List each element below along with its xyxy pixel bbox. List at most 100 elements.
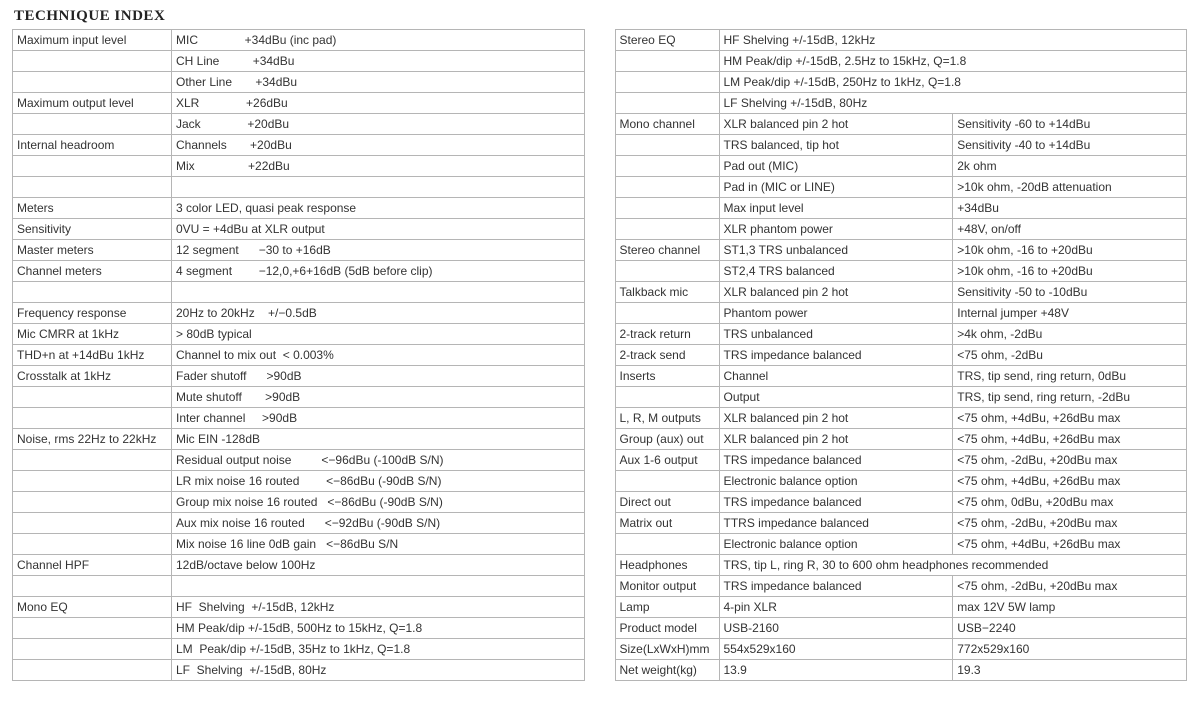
spec-cell: Monitor output [615,576,719,597]
spec-cell: MIC +34dBu (inc pad) [172,30,585,51]
spec-cell: Stereo channel [615,240,719,261]
table-row: LM Peak/dip +/-15dB, 250Hz to 1kHz, Q=1.… [615,72,1187,93]
spec-cell: XLR balanced pin 2 hot [719,282,953,303]
spec-cell [615,261,719,282]
table-row: Aux mix noise 16 routed <−92dBu (-90dB S… [13,513,585,534]
table-row: L, R, M outputsXLR balanced pin 2 hot<75… [615,408,1187,429]
table-row: Mute shutoff >90dB [13,387,585,408]
table-row: HM Peak/dip +/-15dB, 500Hz to 15kHz, Q=1… [13,618,585,639]
spec-cell: Channel meters [13,261,172,282]
table-row: Pad out (MIC)2k ohm [615,156,1187,177]
table-row [13,282,585,303]
table-row: Max input level+34dBu [615,198,1187,219]
spec-cell: Electronic balance option [719,534,953,555]
spec-cell: <75 ohm, +4dBu, +26dBu max [953,408,1187,429]
table-row: Maximum output levelXLR +26dBu [13,93,585,114]
table-row: Crosstalk at 1kHzFader shutoff >90dB [13,366,585,387]
spec-cell: TRS, tip send, ring return, -2dBu [953,387,1187,408]
spec-cell: >10k ohm, -16 to +20dBu [953,261,1187,282]
spec-cell: Crosstalk at 1kHz [13,366,172,387]
spec-cell: HF Shelving +/-15dB, 12kHz [719,30,1187,51]
left-column: Maximum input levelMIC +34dBu (inc pad)C… [12,29,585,681]
right-table: Stereo EQHF Shelving +/-15dB, 12kHzHM Pe… [615,29,1188,681]
table-row [13,177,585,198]
table-row: Group (aux) outXLR balanced pin 2 hot<75… [615,429,1187,450]
spec-cell: > 80dB typical [172,324,585,345]
table-row: Frequency response20Hz to 20kHz +/−0.5dB [13,303,585,324]
spec-cell: <75 ohm, +4dBu, +26dBu max [953,534,1187,555]
spec-cell: TRS impedance balanced [719,492,953,513]
left-table: Maximum input levelMIC +34dBu (inc pad)C… [12,29,585,681]
spec-cell [615,219,719,240]
spec-cell: 3 color LED, quasi peak response [172,198,585,219]
table-row [13,576,585,597]
table-row: Stereo EQHF Shelving +/-15dB, 12kHz [615,30,1187,51]
table-row: Meters3 color LED, quasi peak response [13,198,585,219]
table-row: OutputTRS, tip send, ring return, -2dBu [615,387,1187,408]
spec-cell [13,534,172,555]
table-row: Mono channelXLR balanced pin 2 hotSensit… [615,114,1187,135]
spec-cell: 2k ohm [953,156,1187,177]
table-row: Residual output noise <−96dBu (-100dB S/… [13,450,585,471]
spec-cell: Headphones [615,555,719,576]
table-row: Mix noise 16 line 0dB gain <−86dBu S/N [13,534,585,555]
spec-cell [615,534,719,555]
table-row: HM Peak/dip +/-15dB, 2.5Hz to 15kHz, Q=1… [615,51,1187,72]
spec-cell: XLR balanced pin 2 hot [719,114,953,135]
spec-cell [172,576,585,597]
spec-cell [615,303,719,324]
table-row: Group mix noise 16 routed <−86dBu (-90dB… [13,492,585,513]
spec-cell: Net weight(kg) [615,660,719,681]
right-column: Stereo EQHF Shelving +/-15dB, 12kHzHM Pe… [615,29,1188,681]
table-row: ST2,4 TRS balanced>10k ohm, -16 to +20dB… [615,261,1187,282]
spec-cell: 2-track send [615,345,719,366]
table-row: Inter channel >90dB [13,408,585,429]
table-row: TRS balanced, tip hotSensitivity -40 to … [615,135,1187,156]
spec-cell: <75 ohm, 0dBu, +20dBu max [953,492,1187,513]
spec-cell: TRS unbalanced [719,324,953,345]
spec-cell: >10k ohm, -20dB attenuation [953,177,1187,198]
spec-cell: 12 segment −30 to +16dB [172,240,585,261]
spec-cell [13,639,172,660]
spec-cell: Electronic balance option [719,471,953,492]
table-row: Net weight(kg)13.919.3 [615,660,1187,681]
spec-cell: 20Hz to 20kHz +/−0.5dB [172,303,585,324]
spec-cell [615,135,719,156]
spec-cell [172,282,585,303]
spec-cell [615,156,719,177]
spec-cell [13,513,172,534]
spec-cell: TRS impedance balanced [719,576,953,597]
spec-cell: XLR balanced pin 2 hot [719,408,953,429]
spec-cell: HF Shelving +/-15dB, 12kHz [172,597,585,618]
spec-cell: Mono channel [615,114,719,135]
spec-cell: Mic CMRR at 1kHz [13,324,172,345]
spec-cell: TRS impedance balanced [719,450,953,471]
table-row: Aux 1-6 outputTRS impedance balanced<75 … [615,450,1187,471]
spec-cell: Pad out (MIC) [719,156,953,177]
table-row: Mono EQHF Shelving +/-15dB, 12kHz [13,597,585,618]
spec-cell: <75 ohm, +4dBu, +26dBu max [953,429,1187,450]
spec-cell [615,177,719,198]
spec-cell [13,282,172,303]
spec-cell: TTRS impedance balanced [719,513,953,534]
spec-cell: XLR +26dBu [172,93,585,114]
spec-cell: 0VU = +4dBu at XLR output [172,219,585,240]
spec-cell: <75 ohm, -2dBu, +20dBu max [953,576,1187,597]
table-row: LR mix noise 16 routed <−86dBu (-90dB S/… [13,471,585,492]
spec-cell [13,387,172,408]
spec-cell: Mute shutoff >90dB [172,387,585,408]
table-row: Lamp4-pin XLRmax 12V 5W lamp [615,597,1187,618]
page-title: TECHNIQUE INDEX [14,8,1187,25]
table-row: Pad in (MIC or LINE)>10k ohm, -20dB atte… [615,177,1187,198]
spec-cell: Channel [719,366,953,387]
spec-cell: XLR balanced pin 2 hot [719,429,953,450]
spec-cell: Jack +20dBu [172,114,585,135]
spec-cell: Channel HPF [13,555,172,576]
spec-cell: +34dBu [953,198,1187,219]
table-row: Phantom powerInternal jumper +48V [615,303,1187,324]
spec-cell: CH Line +34dBu [172,51,585,72]
spec-cell: Internal jumper +48V [953,303,1187,324]
table-row: THD+n at +14dBu 1kHzChannel to mix out <… [13,345,585,366]
spec-cell: THD+n at +14dBu 1kHz [13,345,172,366]
table-row: HeadphonesTRS, tip L, ring R, 30 to 600 … [615,555,1187,576]
